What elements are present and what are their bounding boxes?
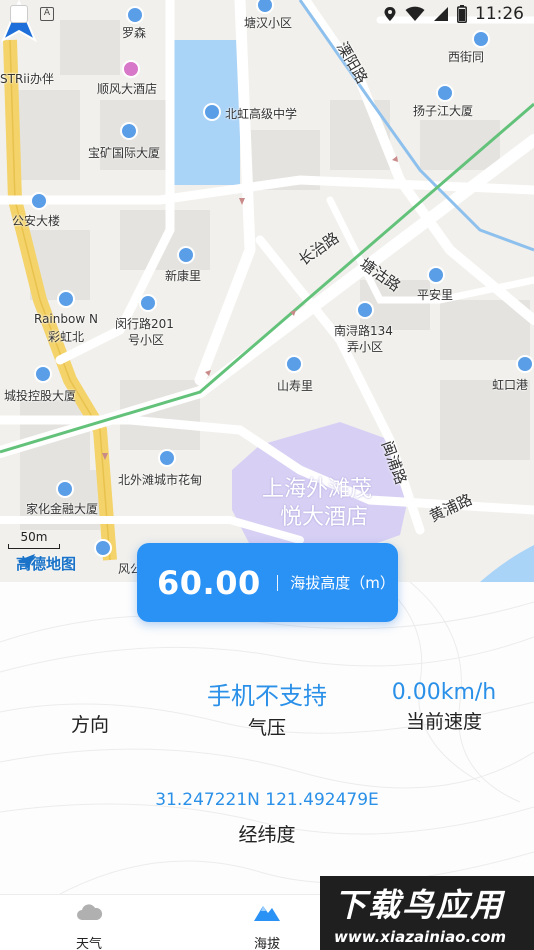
poi-label[interactable]: 闵行路201	[115, 315, 174, 332]
poi-label[interactable]: 公安大楼	[12, 212, 60, 229]
scale-label: 50m	[20, 530, 48, 544]
watermark-title: 下载鸟应用	[334, 886, 505, 924]
poi-label[interactable]: STRii办伴	[0, 70, 54, 87]
poi-label[interactable]: 西街同	[448, 48, 484, 65]
tab-weather[interactable]: 天气	[49, 901, 129, 950]
amap-logo-icon	[17, 554, 35, 570]
poi-icon	[34, 365, 52, 383]
map-view[interactable]: 罗森 塘汉小区 西街同 STRii办伴 顺风大酒店 北虹高级中学 扬子江大厦 宝…	[0, 0, 534, 582]
speed-value: 0.00km/h	[391, 680, 497, 705]
pressure-value: 手机不支持	[207, 682, 327, 710]
status-bar: A 11:26	[0, 0, 534, 28]
poi-label[interactable]: 虹口港	[492, 376, 528, 393]
poi-label[interactable]: 平安里	[417, 286, 453, 303]
poi-label[interactable]: 扬子江大厦	[413, 102, 473, 119]
status-time: 11:26	[475, 4, 524, 24]
poi-icon	[57, 290, 75, 308]
cloud-icon	[77, 904, 103, 920]
hotel-icon	[122, 60, 140, 78]
poi-icon	[120, 122, 138, 140]
poi-label[interactable]: 号小区	[128, 331, 164, 348]
poi-label[interactable]: 弄小区	[347, 338, 383, 355]
hotel-area-label: 上海外滩茂	[262, 477, 373, 502]
poi-icon	[56, 480, 74, 498]
notification-app-icon	[10, 5, 28, 23]
school-icon	[203, 103, 221, 121]
amap-logo: 高德地图	[16, 554, 77, 573]
poi-icon	[472, 30, 490, 48]
tab-altitude-label: 海拔	[253, 937, 280, 950]
poi-icon	[177, 246, 195, 264]
poi-label[interactable]: 北虹高级中学	[225, 105, 297, 122]
coords-metric: 31.247221N 121.492479E 经纬度	[117, 790, 417, 847]
poi-label[interactable]: 南浔路134	[334, 322, 393, 339]
poi-label[interactable]: 家化金融大厦	[26, 500, 98, 517]
poi-label[interactable]: 宝矿国际大厦	[88, 144, 160, 161]
speed-metric: 0.00km/h 当前速度	[369, 680, 519, 734]
poi-label[interactable]: Rainbow N	[34, 312, 98, 326]
poi-label[interactable]: 顺风大酒店	[97, 80, 157, 97]
tab-altitude[interactable]: 海拔	[227, 901, 307, 950]
coords-label: 经纬度	[238, 824, 296, 846]
poi-label[interactable]: 城投控股大厦	[4, 387, 76, 404]
mountain-icon	[254, 906, 280, 921]
hotel-area-label: 悦大酒店	[280, 505, 369, 530]
poi-icon	[516, 355, 534, 373]
poi-icon	[427, 266, 445, 284]
pressure-metric: 手机不支持 气压	[187, 676, 347, 740]
altitude-card: 60.00 海拔高度（m）	[137, 543, 398, 622]
speed-label: 当前速度	[405, 711, 482, 733]
poi-icon	[285, 355, 303, 373]
poi-label[interactable]: 北外滩城市花甸	[118, 471, 202, 488]
notification-a-icon: A	[40, 7, 54, 21]
signal-icon	[434, 7, 448, 21]
poi-icon	[139, 294, 157, 312]
altitude-label: 海拔高度（m）	[290, 574, 395, 592]
tab-weather-label: 天气	[75, 937, 102, 950]
battery-icon	[457, 5, 467, 23]
poi-icon	[436, 84, 454, 102]
coords-value: 31.247221N 121.492479E	[155, 790, 379, 810]
poi-icon	[158, 449, 176, 467]
altitude-divider	[276, 574, 279, 591]
direction-metric: 方向	[40, 680, 140, 737]
poi-icon	[30, 192, 48, 210]
watermark: 下载鸟应用 www.xiazainiao.com	[320, 876, 534, 950]
map-scale: 50m	[8, 530, 60, 549]
poi-icon	[94, 539, 112, 557]
watermark-url: www.xiazainiao.com	[334, 928, 507, 946]
direction-label: 方向	[70, 714, 109, 736]
pressure-label: 气压	[247, 717, 286, 739]
poi-label[interactable]: 山寿里	[277, 377, 313, 394]
location-icon	[384, 7, 396, 21]
poi-icon	[356, 301, 374, 319]
info-panel: 方向 手机不支持 气压 0.00km/h 当前速度 31.247221N 121…	[0, 582, 534, 894]
wifi-icon	[405, 6, 425, 21]
altitude-value: 60.00	[157, 563, 261, 602]
poi-label[interactable]: 新康里	[165, 267, 201, 284]
poi-label[interactable]: 彩虹北	[48, 328, 84, 345]
